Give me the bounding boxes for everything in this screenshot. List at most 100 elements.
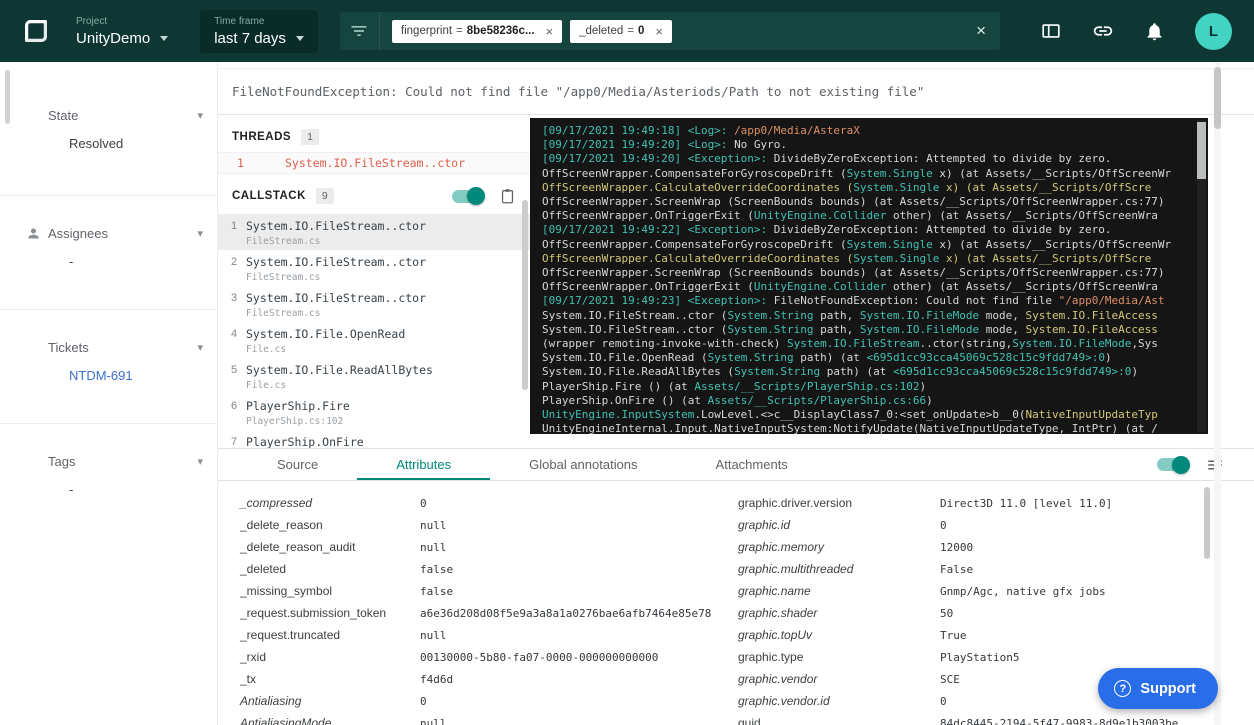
sidebar-section-header[interactable]: Tags▾ [48,454,203,469]
detail-tabs: SourceAttributesGlobal annotationsAttach… [218,449,1254,481]
topbar: Project UnityDemo Time frame last 7 days… [0,0,1254,62]
attribute-name: graphic.vendor.id [738,694,940,708]
attribute-row[interactable]: AntialiasingModenull [240,712,712,725]
log-line: [09/17/2021 19:49:23] <Exception>: FileN… [542,294,1196,308]
attribute-value: False [940,563,973,576]
attributes-toggle[interactable] [1157,458,1188,471]
attribute-row[interactable]: _delete_reasonnull [240,514,712,536]
attribute-row[interactable]: _rxid00130000-5b80-fa07-0000-00000000000… [240,646,712,668]
attribute-row[interactable]: _missing_symbolfalse [240,580,712,602]
attribute-row[interactable]: graphic.topUvTrue [738,624,1198,646]
log-segment: ) [920,380,927,393]
attribute-value: false [420,563,453,576]
log-segment: OffScreenWrapper.CompensateForGyroscopeD… [542,238,847,251]
callstack-toggle[interactable] [452,190,483,203]
attribute-value: Direct3D 11.0 [level 11.0] [940,497,1112,510]
attribute-name: _rxid [240,650,420,664]
log-segment: OffScreenWrapper.CalculateOverrideCoordi… [542,252,853,265]
log-segment: ) [1105,351,1112,364]
log-line: PlayerShip.OnFire () (at Assets/__Script… [542,394,1196,408]
device-log-panel[interactable]: [09/17/2021 19:49:18] <Log>: /app0/Media… [530,118,1208,434]
callstack-frame[interactable]: 2System.IO.FileStream..ctorFileStream.cs [218,250,530,286]
remove-filter-icon[interactable]: × [542,24,558,39]
attribute-row[interactable]: _request.truncatednull [240,624,712,646]
sidebar-section-header[interactable]: Tickets▾ [48,340,203,355]
attribute-row[interactable]: graphic.memory12000 [738,536,1198,558]
thread-row[interactable]: 1 System.IO.FileStream..ctor [218,152,530,174]
filter-bar[interactable]: fingerprint=8be58236c...× _deleted=0× × [340,12,1000,50]
log-line: OffScreenWrapper.CalculateOverrideCoordi… [542,181,1196,195]
threads-count-badge: 1 [301,129,319,145]
attribute-row[interactable]: _deletedfalse [240,558,712,580]
attribute-name: graphic.driver.version [738,496,940,510]
log-segment: [09/17/2021 19:49:22] <Exception>: [542,223,774,236]
sidebar-section-value: - [69,254,203,269]
log-lines: [09/17/2021 19:49:18] <Log>: /app0/Media… [542,124,1196,434]
notifications-bell-icon[interactable] [1144,21,1165,42]
topbar-actions: L [1040,13,1236,50]
attribute-name: graphic.multithreaded [738,562,940,576]
attribute-row[interactable]: _request.submission_tokena6e36d208d08f5e… [240,602,712,624]
attribute-row[interactable]: _txf4d6d [240,668,712,690]
callstack-frame[interactable]: 1System.IO.FileStream..ctorFileStream.cs [218,214,530,250]
callstack-frame[interactable]: 4System.IO.File.OpenReadFile.cs [218,322,530,358]
sidebar-section-header[interactable]: Assignees▾ [48,226,203,241]
tab-source[interactable]: Source [238,449,357,480]
log-segment: DivideByZeroException: Attempted to divi… [774,223,1112,236]
clear-filters-button[interactable]: × [962,21,1000,41]
callstack-frame[interactable]: 7PlayerShip.OnFirePlayerShip.cs:66 [218,430,530,448]
log-segment: System.Single [847,167,933,180]
project-selector[interactable]: Project UnityDemo [66,10,178,53]
log-segment: x) (at Assets/__Scripts/OffScre [939,252,1151,265]
tab-attributes[interactable]: Attributes [357,449,490,480]
callstack-frame[interactable]: 3System.IO.FileStream..ctorFileStream.cs [218,286,530,322]
user-avatar[interactable]: L [1195,13,1232,50]
attribute-row[interactable]: guid84dc8445-2194-5f47-9983-8d9e1b3003be [738,712,1198,725]
page-scrollbar-track [1214,62,1221,725]
log-segment: x) (at Assets/__Scripts/OffScreenWr [933,167,1171,180]
support-button[interactable]: ? Support [1098,668,1218,709]
page-scrollbar[interactable] [1214,67,1221,129]
timeframe-selector[interactable]: Time frame last 7 days [200,10,318,53]
attribute-row[interactable]: Antialiasing0 [240,690,712,712]
attribute-row[interactable]: graphic.typePlayStation5 [738,646,1198,668]
frame-function: PlayerShip.OnFire [246,435,364,448]
app-logo-icon[interactable] [20,15,52,47]
callstack-frame[interactable]: 6PlayerShip.Fire PlayerShip.cs:102 [218,394,530,430]
filter-chip[interactable]: _deleted=0× [570,20,672,43]
filter-chip[interactable]: fingerprint=8be58236c...× [392,20,562,43]
log-segment: System.IO.File.OpenRead ( [542,351,708,364]
tab-attachments[interactable]: Attachments [677,449,827,480]
sidebar-section-header[interactable]: State▾ [48,108,203,123]
attribute-name: _missing_symbol [240,584,420,598]
attribute-row[interactable]: graphic.driver.versionDirect3D 11.0 [lev… [738,492,1198,514]
sidebar-section-value[interactable]: NTDM-691 [69,368,203,383]
frame-file: PlayerShip.cs:102 [246,416,350,427]
frame-number: 6 [231,399,246,427]
attribute-row[interactable]: _delete_reason_auditnull [240,536,712,558]
chevron-down-icon: ▾ [197,109,203,122]
log-segment: ) [926,394,933,407]
callstack-frame[interactable]: 5System.IO.File.ReadAllBytesFile.cs [218,358,530,394]
frame-file: FileStream.cs [246,236,426,247]
attribute-row[interactable]: graphic.id0 [738,514,1198,536]
attribute-row[interactable]: _compressed0 [240,492,712,514]
callstack-scrollbar[interactable] [522,200,528,390]
tab-global-annotations[interactable]: Global annotations [490,449,676,480]
share-link-icon[interactable] [1092,20,1114,42]
layout-columns-icon[interactable] [1040,20,1062,42]
attributes-scrollbar[interactable] [1204,487,1210,559]
filter-operator: = [627,25,634,37]
copy-callstack-icon[interactable] [499,187,516,205]
attribute-row[interactable]: graphic.shader50 [738,602,1198,624]
frame-function: PlayerShip.Fire [246,399,350,413]
content-area: State▾ResolvedAssignees▾-Tickets▾NTDM-69… [0,62,1254,725]
log-scrollbar[interactable] [1197,122,1206,179]
attribute-row[interactable]: graphic.multithreadedFalse [738,558,1198,580]
attribute-name: AntialiasingMode [240,716,420,725]
log-line: System.IO.File.ReadAllBytes (System.Stri… [542,365,1196,379]
attribute-row[interactable]: graphic.nameGnmp/Agc, native gfx jobs [738,580,1198,602]
thread-name: System.IO.FileStream..ctor [285,156,465,170]
frame-body: System.IO.FileStream..ctorFileStream.cs [246,291,426,319]
remove-filter-icon[interactable]: × [651,24,667,39]
